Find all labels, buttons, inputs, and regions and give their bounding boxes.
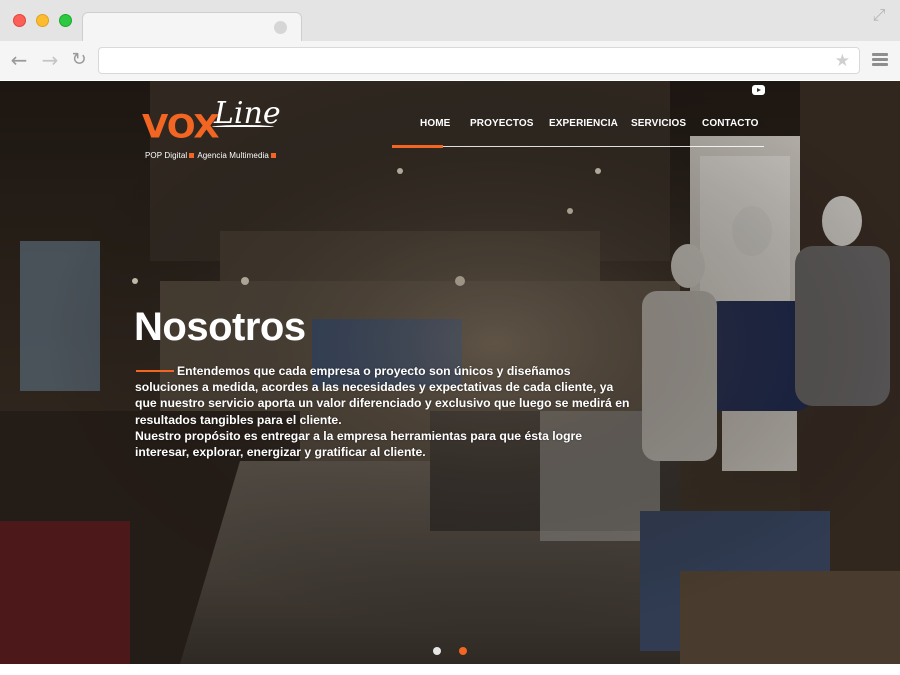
- site-logo[interactable]: VOX Line POP Digital Agencia Multimedia: [142, 97, 282, 163]
- browser-toolbar: ← → ↻ ★: [0, 41, 900, 80]
- nav-item-home[interactable]: HOME: [420, 117, 450, 147]
- browser-chrome: ⤢ ← → ↻ ★: [0, 0, 900, 80]
- slider-dot-1[interactable]: [433, 647, 441, 655]
- logo-vox-text: VOX: [142, 108, 220, 146]
- logo-tagline-pop: POP Digital: [145, 151, 188, 160]
- nav-item-proyectos[interactable]: PROYECTOS: [470, 117, 534, 147]
- hero-paragraph-1: Entendemos que cada empresa o proyecto s…: [135, 364, 630, 427]
- nav-item-servicios[interactable]: SERVICIOS: [631, 117, 686, 147]
- logo-swoosh: [212, 125, 274, 129]
- menu-icon[interactable]: [872, 53, 888, 67]
- slider-dot-2-active[interactable]: [459, 647, 467, 655]
- back-arrow-icon[interactable]: ←: [8, 49, 30, 71]
- window-close-button[interactable]: [13, 14, 26, 27]
- nav-item-contacto[interactable]: CONTACTO: [702, 117, 759, 147]
- star-icon[interactable]: ★: [835, 51, 850, 71]
- hero-paragraph-2: Nuestro propósito es entregar a la empre…: [135, 428, 583, 460]
- logo-tagline: POP Digital Agencia Multimedia: [145, 151, 279, 160]
- logo-tagline-agency: Agencia Multimedia: [197, 151, 269, 160]
- forward-arrow-icon[interactable]: →: [39, 49, 61, 71]
- window-bottom-edge: [0, 664, 900, 675]
- nav-active-indicator: [392, 145, 443, 148]
- browser-tab[interactable]: [82, 12, 302, 42]
- nav-item-experiencia[interactable]: EXPERIENCIA: [549, 117, 618, 147]
- page-viewport: VOX Line POP Digital Agencia Multimedia H…: [0, 81, 900, 664]
- logo-square-icon: [270, 153, 276, 159]
- main-navigation: HOME PROYECTOS EXPERIENCIA SERVICIOS CON…: [392, 117, 764, 148]
- logo-square-icon: [189, 153, 195, 159]
- address-bar[interactable]: ★: [98, 47, 860, 74]
- window-maximize-button[interactable]: [59, 14, 72, 27]
- youtube-icon[interactable]: [752, 85, 765, 95]
- hero-description: Entendemos que cada empresa o proyecto s…: [135, 363, 635, 460]
- tab-close-icon[interactable]: [274, 21, 287, 34]
- window-minimize-button[interactable]: [36, 14, 49, 27]
- expand-icon[interactable]: ⤢: [870, 7, 888, 25]
- reload-icon[interactable]: ↻: [68, 49, 90, 71]
- hero-title: Nosotros: [134, 305, 306, 349]
